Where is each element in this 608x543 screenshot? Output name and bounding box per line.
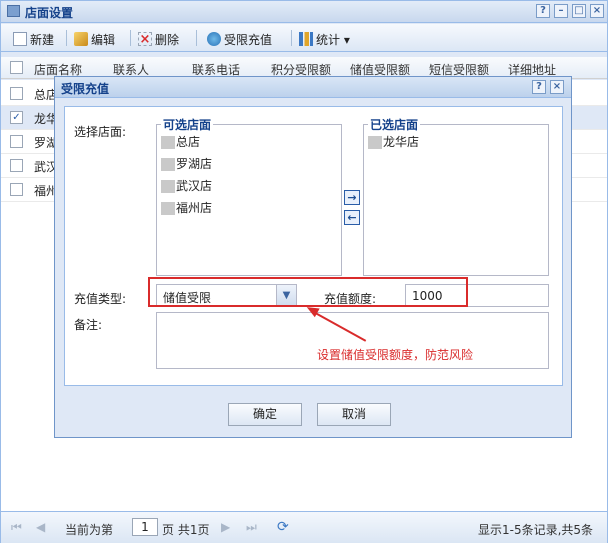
selected-stores-list[interactable]: 已选店面 龙华店: [363, 116, 549, 276]
first-page-icon[interactable]: ⏮: [11, 521, 23, 533]
new-button[interactable]: 新建: [13, 30, 54, 48]
available-stores-list[interactable]: 可选店面 总店 罗湖店 武汉店 福州店: [156, 116, 342, 276]
select-all-checkbox[interactable]: [10, 61, 23, 74]
toolbar-divider: [130, 30, 131, 46]
recharge-icon: [207, 32, 221, 46]
limit-recharge-dialog: 受限充值 ? × 选择店面: 可选店面 总店 罗湖店 武汉店 福州店 → ← 已…: [54, 76, 572, 438]
move-left-button[interactable]: ←: [344, 210, 360, 225]
available-stores-legend: 可选店面: [161, 116, 214, 133]
list-item[interactable]: 罗湖店: [161, 155, 212, 172]
dialog-title: 受限充值: [61, 82, 110, 96]
stats-label: 统计 ▾: [316, 32, 350, 47]
window-titlebar: 店面设置 ? – □ ×: [1, 1, 607, 23]
toolbar-divider: [66, 30, 67, 46]
dialog-help-icon[interactable]: ?: [532, 80, 546, 94]
ok-button[interactable]: 确定: [228, 403, 302, 426]
pager-prefix: 当前为第: [65, 523, 114, 537]
toolbar-divider: [196, 30, 197, 46]
edit-icon: [74, 32, 88, 46]
note-label: 备注:: [74, 318, 103, 332]
prev-page-icon[interactable]: ◀: [36, 521, 48, 533]
edit-button[interactable]: 编辑: [74, 30, 115, 48]
recharge-type-label: 充值类型:: [74, 292, 127, 306]
list-item[interactable]: 总店: [161, 133, 200, 150]
refresh-icon[interactable]: ⟳: [277, 520, 289, 534]
list-item[interactable]: 福州店: [161, 199, 212, 216]
cancel-button[interactable]: 取消: [317, 403, 391, 426]
select-store-label: 选择店面:: [74, 125, 127, 139]
row-checkbox[interactable]: [10, 87, 23, 100]
window-icon: [7, 5, 20, 17]
list-item[interactable]: 龙华店: [368, 133, 419, 150]
help-icon[interactable]: ?: [536, 4, 550, 18]
pager: ⏮ ◀ 当前为第 1 页 共1页 ▶ ⏭ ⟳ 显示1-5条记录,共5条: [1, 511, 607, 543]
maximize-icon[interactable]: □: [572, 4, 586, 18]
row-checkbox[interactable]: ✓: [10, 111, 23, 124]
page-number-input[interactable]: 1: [132, 518, 158, 536]
next-page-icon[interactable]: ▶: [221, 521, 233, 533]
pager-suffix: 页 共1页: [162, 523, 210, 537]
toolbar: 新建 编辑 × 删除 受限充值 统计 ▾: [1, 24, 607, 52]
bar-chart-icon: [299, 32, 313, 46]
limit-recharge-label: 受限充值: [224, 32, 273, 47]
delete-button[interactable]: × 删除: [138, 30, 179, 48]
last-page-icon[interactable]: ⏭: [246, 521, 258, 533]
window-title: 店面设置: [25, 6, 74, 20]
row-checkbox[interactable]: [10, 159, 23, 172]
annotation-text: 设置储值受限额度，防范风险: [317, 348, 474, 362]
dialog-titlebar: 受限充值 ? ×: [55, 77, 571, 98]
limit-recharge-button[interactable]: 受限充值: [207, 30, 272, 48]
list-item[interactable]: 武汉店: [161, 177, 212, 194]
row-checkbox[interactable]: [10, 183, 23, 196]
new-label: 新建: [30, 32, 55, 47]
edit-label: 编辑: [91, 32, 116, 47]
move-right-button[interactable]: →: [344, 190, 360, 205]
close-icon[interactable]: ×: [590, 4, 604, 18]
dialog-close-icon[interactable]: ×: [550, 80, 564, 94]
selected-stores-legend: 已选店面: [368, 116, 421, 133]
stats-button[interactable]: 统计 ▾: [299, 30, 350, 48]
toolbar-divider: [291, 30, 292, 46]
delete-label: 删除: [155, 32, 180, 47]
row-checkbox[interactable]: [10, 135, 23, 148]
delete-icon: ×: [138, 32, 152, 47]
minimize-icon[interactable]: –: [554, 4, 568, 18]
dialog-form: 选择店面: 可选店面 总店 罗湖店 武汉店 福州店 → ← 已选店面 龙华店 充…: [64, 106, 563, 386]
new-icon: [13, 32, 27, 46]
pager-summary: 显示1-5条记录,共5条: [478, 523, 594, 537]
